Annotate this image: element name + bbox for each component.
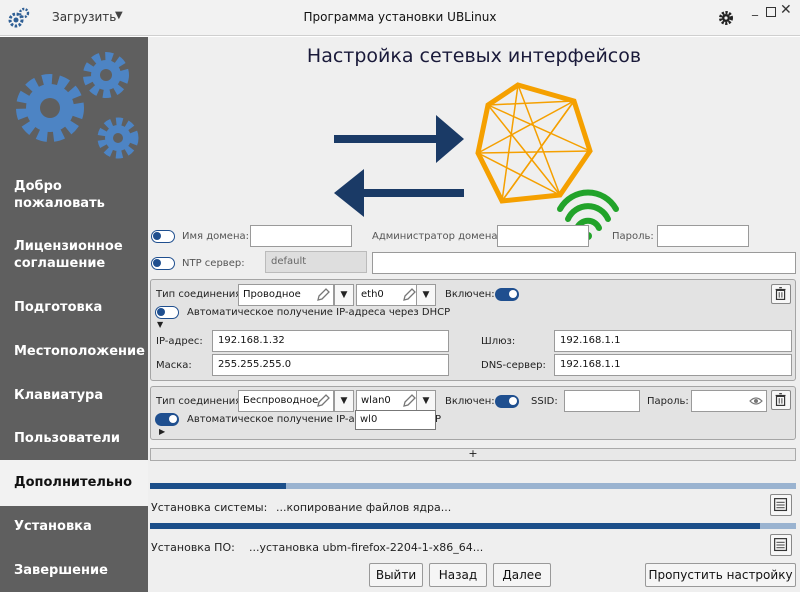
domain-password-field[interactable]	[657, 225, 749, 247]
domain-password-label: Пароль:	[612, 231, 654, 242]
conn-type-combo[interactable]: Беспроводное	[238, 390, 334, 412]
install-status-text: ...копирование файлов ядра...	[276, 501, 452, 514]
dns-label: DNS-сервер:	[481, 360, 546, 371]
arrow-left-icon	[334, 169, 464, 217]
close-icon[interactable]: ✕	[780, 2, 792, 18]
log-icon	[774, 498, 788, 512]
conn-type-label: Тип соединения:	[156, 289, 245, 300]
exit-button[interactable]: Выйти	[369, 563, 423, 587]
ip-field[interactable]: 192.168.1.32	[212, 330, 449, 352]
sidebar-item-advanced[interactable]: Дополнительно	[0, 460, 148, 506]
software-status-label: Установка ПО:	[151, 541, 235, 554]
sidebar-item-keyboard[interactable]: Клавиатура	[0, 387, 148, 404]
iface-dropdown-button[interactable]: ▼	[416, 390, 436, 412]
dhcp-toggle[interactable]	[155, 306, 179, 319]
install-progress-fill	[150, 483, 286, 489]
main-content: Настройка сетевых интерфейсов Имя домена…	[148, 37, 800, 592]
install-status-label: Установка системы:	[151, 501, 268, 514]
wireless-connection-panel: Тип соединения: Беспроводное ▼ wlan0 ▼ В…	[150, 386, 796, 440]
pencil-icon	[317, 288, 330, 301]
maximize-icon[interactable]	[766, 7, 776, 17]
pencil-icon	[403, 288, 416, 301]
sidebar-item-license[interactable]: Лицензионное соглашение	[0, 238, 148, 272]
expand-chevron-icon[interactable]: ▼	[157, 320, 163, 329]
eye-icon[interactable]	[749, 395, 763, 407]
wifi-icon	[557, 189, 619, 231]
sidebar-item-welcome[interactable]: Добро пожаловать	[0, 178, 148, 212]
gear-icon[interactable]	[718, 10, 734, 26]
ntp-label: NTP сервер:	[182, 258, 245, 269]
log-icon	[774, 538, 788, 552]
iface-combo[interactable]: eth0	[356, 284, 420, 306]
dhcp-label: Автоматическое получение IP-адреса через…	[187, 307, 451, 318]
window-title: Программа установки UBLinux	[303, 10, 497, 24]
pencil-icon	[317, 394, 330, 407]
ip-label: IP-адрес:	[156, 336, 203, 347]
iface-dropdown-list: wl0	[355, 410, 436, 430]
install-log-button[interactable]	[770, 494, 792, 516]
ntp-mode-combo: default	[265, 251, 367, 273]
delete-connection-button[interactable]	[771, 390, 791, 410]
arrow-right-icon	[334, 115, 464, 163]
sidebar: Добро пожаловать Лицензионное соглашение…	[0, 37, 148, 592]
skip-setup-button[interactable]: Пропустить настройку	[645, 563, 796, 587]
add-connection-button[interactable]: +	[150, 448, 796, 461]
software-log-button[interactable]	[770, 534, 792, 556]
ntp-toggle[interactable]	[151, 257, 175, 270]
dropdown-option[interactable]: wl0	[360, 414, 431, 425]
sidebar-item-location[interactable]: Местоположение	[0, 343, 148, 360]
enabled-toggle[interactable]	[495, 395, 519, 408]
delete-connection-button[interactable]	[771, 284, 791, 304]
page-title: Настройка сетевых интерфейсов	[306, 45, 642, 67]
wired-connection-panel: Тип соединения: Проводное ▼ eth0 ▼ Включ…	[150, 279, 796, 381]
sidebar-item-preparation[interactable]: Подготовка	[0, 299, 148, 316]
expand-chevron-icon[interactable]: ▶	[159, 427, 165, 436]
enabled-label: Включен:	[445, 396, 495, 407]
domain-name-field[interactable]	[250, 225, 352, 247]
software-status-text: ...установка ubm-firefox-2204-1-x86_64..…	[249, 541, 484, 554]
minimize-icon[interactable]: _	[752, 2, 758, 16]
gateway-field[interactable]: 192.168.1.1	[554, 330, 792, 352]
software-progress-bar	[150, 523, 796, 529]
conn-type-combo[interactable]: Проводное	[238, 284, 334, 306]
ssid-field[interactable]	[564, 390, 640, 412]
next-button[interactable]: Далее	[493, 563, 551, 587]
dhcp-toggle[interactable]	[155, 413, 179, 426]
back-button[interactable]: Назад	[429, 563, 487, 587]
domain-admin-field[interactable]	[497, 225, 589, 247]
sidebar-item-users[interactable]: Пользователи	[0, 430, 148, 447]
install-progress-bar	[150, 483, 796, 489]
enabled-label: Включен:	[445, 289, 495, 300]
trash-icon	[775, 287, 786, 300]
ntp-server-field[interactable]	[372, 252, 796, 274]
sidebar-item-finish[interactable]: Завершение	[0, 562, 148, 579]
dhcp-label: Автоматическое получение IP-адр	[187, 414, 368, 425]
domain-admin-label: Администратор домена:	[372, 231, 501, 242]
software-progress-fill	[150, 523, 761, 529]
mask-field[interactable]: 255.255.255.0	[212, 354, 449, 376]
ssid-label: SSID:	[531, 396, 558, 407]
dns-field[interactable]: 192.168.1.1	[554, 354, 792, 376]
hexagon-network-icon	[475, 82, 593, 204]
domain-toggle[interactable]	[151, 230, 175, 243]
conn-type-dropdown-button[interactable]: ▼	[334, 284, 354, 306]
iface-combo[interactable]: wlan0	[356, 390, 420, 412]
conn-type-dropdown-button[interactable]: ▼	[334, 390, 354, 412]
conn-type-label: Тип соединения:	[156, 396, 245, 407]
mask-label: Маска:	[156, 360, 192, 371]
iface-dropdown-button[interactable]: ▼	[416, 284, 436, 306]
pencil-icon	[403, 394, 416, 407]
gears-logo-icon	[16, 52, 139, 159]
gateway-label: Шлюз:	[481, 336, 516, 347]
enabled-toggle[interactable]	[495, 288, 519, 301]
domain-name-label: Имя домена:	[182, 231, 249, 242]
wifi-password-label: Пароль:	[647, 396, 689, 407]
title-bar: Загрузить ▼ Программа установки UBLinux …	[0, 0, 800, 36]
trash-icon	[775, 393, 786, 406]
wifi-password-field[interactable]	[691, 390, 767, 412]
sidebar-item-install[interactable]: Установка	[0, 518, 148, 535]
